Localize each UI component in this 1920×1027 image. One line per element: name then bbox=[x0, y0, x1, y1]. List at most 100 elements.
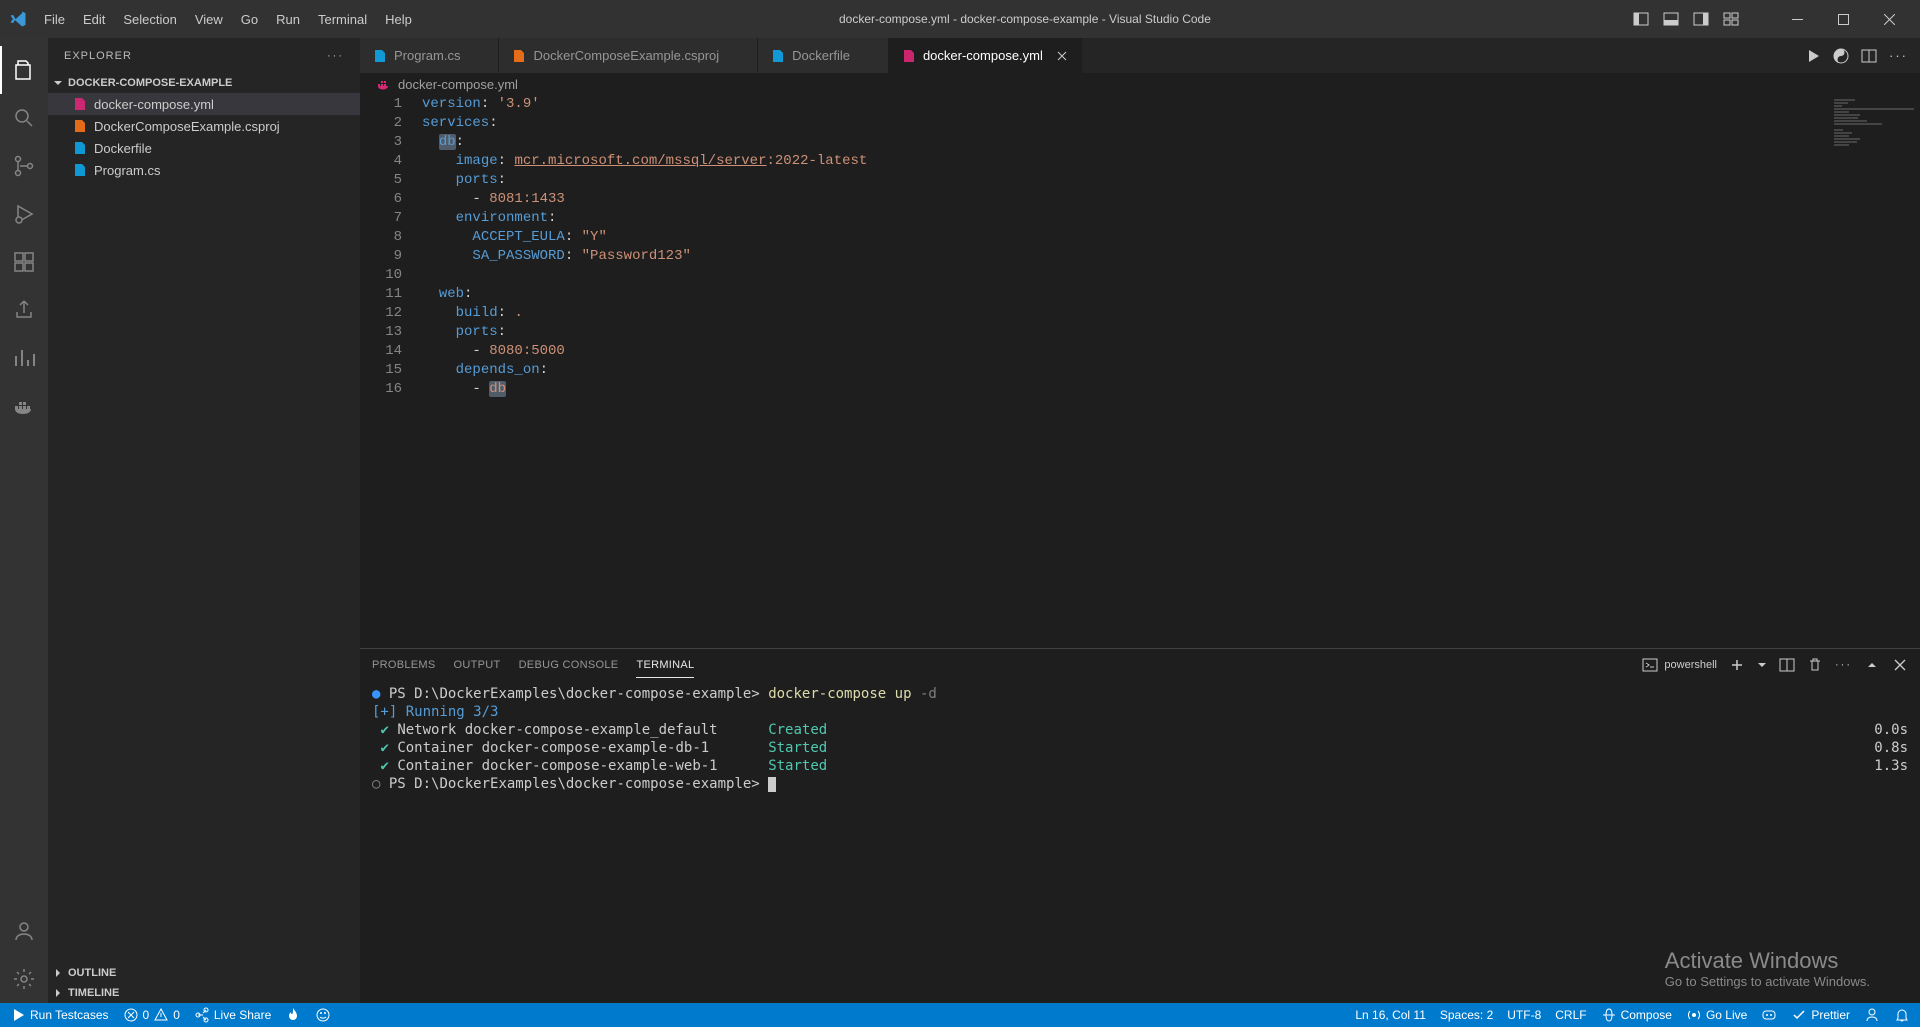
prettier-label: Prettier bbox=[1811, 1008, 1850, 1022]
toggle-secondary-sidebar-icon[interactable] bbox=[1690, 8, 1712, 30]
status-smile-icon[interactable] bbox=[315, 1007, 331, 1023]
status-flame-icon[interactable] bbox=[285, 1007, 301, 1023]
code-content[interactable]: version: '3.9'services: db: image: mcr.m… bbox=[422, 95, 1830, 648]
run-icon[interactable] bbox=[1805, 48, 1821, 64]
split-terminal-icon[interactable] bbox=[1779, 657, 1795, 673]
editor-tab[interactable]: docker-compose.yml bbox=[889, 38, 1082, 73]
terminal-dropdown-icon[interactable] bbox=[1757, 660, 1767, 670]
status-language[interactable]: Compose bbox=[1601, 1007, 1672, 1023]
editor-tab[interactable]: DockerComposeExample.csproj bbox=[499, 38, 758, 73]
status-live-share[interactable]: Live Share bbox=[194, 1007, 271, 1023]
tab-label: Program.cs bbox=[394, 48, 460, 63]
terminal-body[interactable]: ● PS D:\DockerExamples\docker-compose-ex… bbox=[360, 681, 1920, 1003]
code-line[interactable]: depends_on: bbox=[422, 361, 1830, 380]
activity-source-control-icon[interactable] bbox=[0, 142, 48, 190]
menu-go[interactable]: Go bbox=[233, 8, 266, 31]
activity-settings-icon[interactable] bbox=[0, 955, 48, 1003]
status-errors[interactable]: 0 0 bbox=[123, 1007, 180, 1023]
menu-file[interactable]: File bbox=[36, 8, 73, 31]
sidebar-more-icon[interactable]: ··· bbox=[327, 50, 344, 62]
window-close-button[interactable] bbox=[1866, 0, 1912, 38]
yin-yang-icon[interactable] bbox=[1833, 48, 1849, 64]
status-encoding[interactable]: UTF-8 bbox=[1507, 1008, 1541, 1022]
code-line[interactable]: services: bbox=[422, 114, 1830, 133]
panel-tab-output[interactable]: OUTPUT bbox=[454, 653, 501, 677]
code-line[interactable]: image: mcr.microsoft.com/mssql/server:20… bbox=[422, 152, 1830, 171]
new-terminal-icon[interactable] bbox=[1729, 657, 1745, 673]
activity-account-icon[interactable] bbox=[0, 907, 48, 955]
panel-tab-debug-console[interactable]: DEBUG CONSOLE bbox=[519, 653, 619, 677]
code-line[interactable]: build: . bbox=[422, 304, 1830, 323]
status-spaces[interactable]: Spaces: 2 bbox=[1440, 1008, 1493, 1022]
code-line[interactable]: SA_PASSWORD: "Password123" bbox=[422, 247, 1830, 266]
code-line[interactable]: ports: bbox=[422, 323, 1830, 342]
activity-extensions-icon[interactable] bbox=[0, 238, 48, 286]
run-testcases-label: Run Testcases bbox=[30, 1008, 109, 1022]
status-eol[interactable]: CRLF bbox=[1555, 1008, 1586, 1022]
file-item[interactable]: Program.cs bbox=[48, 159, 360, 181]
menu-run[interactable]: Run bbox=[268, 8, 308, 31]
close-tab-icon[interactable] bbox=[1055, 49, 1069, 63]
menu-edit[interactable]: Edit bbox=[75, 8, 113, 31]
toggle-primary-sidebar-icon[interactable] bbox=[1630, 8, 1652, 30]
file-icon bbox=[72, 118, 88, 134]
window-minimize-button[interactable] bbox=[1774, 0, 1820, 38]
terminal-shell-icon[interactable]: powershell bbox=[1642, 657, 1717, 673]
tab-file-icon bbox=[372, 48, 388, 64]
sidebar-timeline-header[interactable]: TIMELINE bbox=[48, 983, 360, 1003]
code-line[interactable]: - db bbox=[422, 380, 1830, 399]
panel-more-icon[interactable]: ··· bbox=[1835, 659, 1852, 671]
toggle-panel-icon[interactable] bbox=[1660, 8, 1682, 30]
status-feedback-icon[interactable] bbox=[1864, 1007, 1880, 1023]
menu-terminal[interactable]: Terminal bbox=[310, 8, 375, 31]
file-name: Dockerfile bbox=[94, 141, 152, 156]
maximize-panel-icon[interactable] bbox=[1864, 657, 1880, 673]
code-line[interactable]: ACCEPT_EULA: "Y" bbox=[422, 228, 1830, 247]
file-item[interactable]: Dockerfile bbox=[48, 137, 360, 159]
file-item[interactable]: docker-compose.yml bbox=[48, 93, 360, 115]
activity-share-icon[interactable] bbox=[0, 286, 48, 334]
activity-run-debug-icon[interactable] bbox=[0, 190, 48, 238]
code-editor[interactable]: 12345678910111213141516 version: '3.9'se… bbox=[360, 95, 1920, 648]
editor-tab[interactable]: Dockerfile bbox=[758, 38, 889, 73]
kill-terminal-icon[interactable] bbox=[1807, 657, 1823, 673]
file-name: Program.cs bbox=[94, 163, 160, 178]
close-panel-icon[interactable] bbox=[1892, 657, 1908, 673]
customize-layout-icon[interactable] bbox=[1720, 8, 1742, 30]
editor-tab[interactable]: Program.cs bbox=[360, 38, 499, 73]
file-item[interactable]: DockerComposeExample.csproj bbox=[48, 115, 360, 137]
panel-tab-problems[interactable]: PROBLEMS bbox=[372, 653, 436, 677]
panel-tab-terminal[interactable]: TERMINAL bbox=[636, 653, 694, 678]
split-editor-icon[interactable] bbox=[1861, 48, 1877, 64]
activity-search-icon[interactable] bbox=[0, 94, 48, 142]
code-line[interactable]: environment: bbox=[422, 209, 1830, 228]
status-prettier[interactable]: Prettier bbox=[1791, 1007, 1850, 1023]
bottom-panel: PROBLEMS OUTPUT DEBUG CONSOLE TERMINAL p… bbox=[360, 648, 1920, 1003]
activity-docker-icon[interactable] bbox=[0, 382, 48, 430]
minimap[interactable] bbox=[1830, 95, 1920, 648]
activity-graph-icon[interactable] bbox=[0, 334, 48, 382]
code-line[interactable]: ports: bbox=[422, 171, 1830, 190]
code-line[interactable]: version: '3.9' bbox=[422, 95, 1830, 114]
status-run-testcases[interactable]: Run Testcases bbox=[10, 1007, 109, 1023]
window-maximize-button[interactable] bbox=[1820, 0, 1866, 38]
file-name: DockerComposeExample.csproj bbox=[94, 119, 280, 134]
menu-view[interactable]: View bbox=[187, 8, 231, 31]
more-actions-icon[interactable]: ··· bbox=[1889, 48, 1908, 63]
status-cursor[interactable]: Ln 16, Col 11 bbox=[1355, 1008, 1426, 1022]
sidebar-outline-header[interactable]: OUTLINE bbox=[48, 963, 360, 983]
status-copilot-icon[interactable] bbox=[1761, 1007, 1777, 1023]
status-go-live[interactable]: Go Live bbox=[1686, 1007, 1747, 1023]
activity-explorer-icon[interactable] bbox=[0, 46, 48, 94]
sidebar-project-header[interactable]: DOCKER-COMPOSE-EXAMPLE bbox=[48, 73, 360, 93]
code-line[interactable]: db: bbox=[422, 133, 1830, 152]
code-line[interactable]: - 8081:1433 bbox=[422, 190, 1830, 209]
tab-actions: ··· bbox=[1805, 38, 1920, 73]
code-line[interactable] bbox=[422, 266, 1830, 285]
status-bell-icon[interactable] bbox=[1894, 1007, 1910, 1023]
code-line[interactable]: web: bbox=[422, 285, 1830, 304]
breadcrumb[interactable]: docker-compose.yml bbox=[360, 73, 1920, 95]
code-line[interactable]: - 8080:5000 bbox=[422, 342, 1830, 361]
menu-selection[interactable]: Selection bbox=[115, 8, 184, 31]
menu-help[interactable]: Help bbox=[377, 8, 420, 31]
